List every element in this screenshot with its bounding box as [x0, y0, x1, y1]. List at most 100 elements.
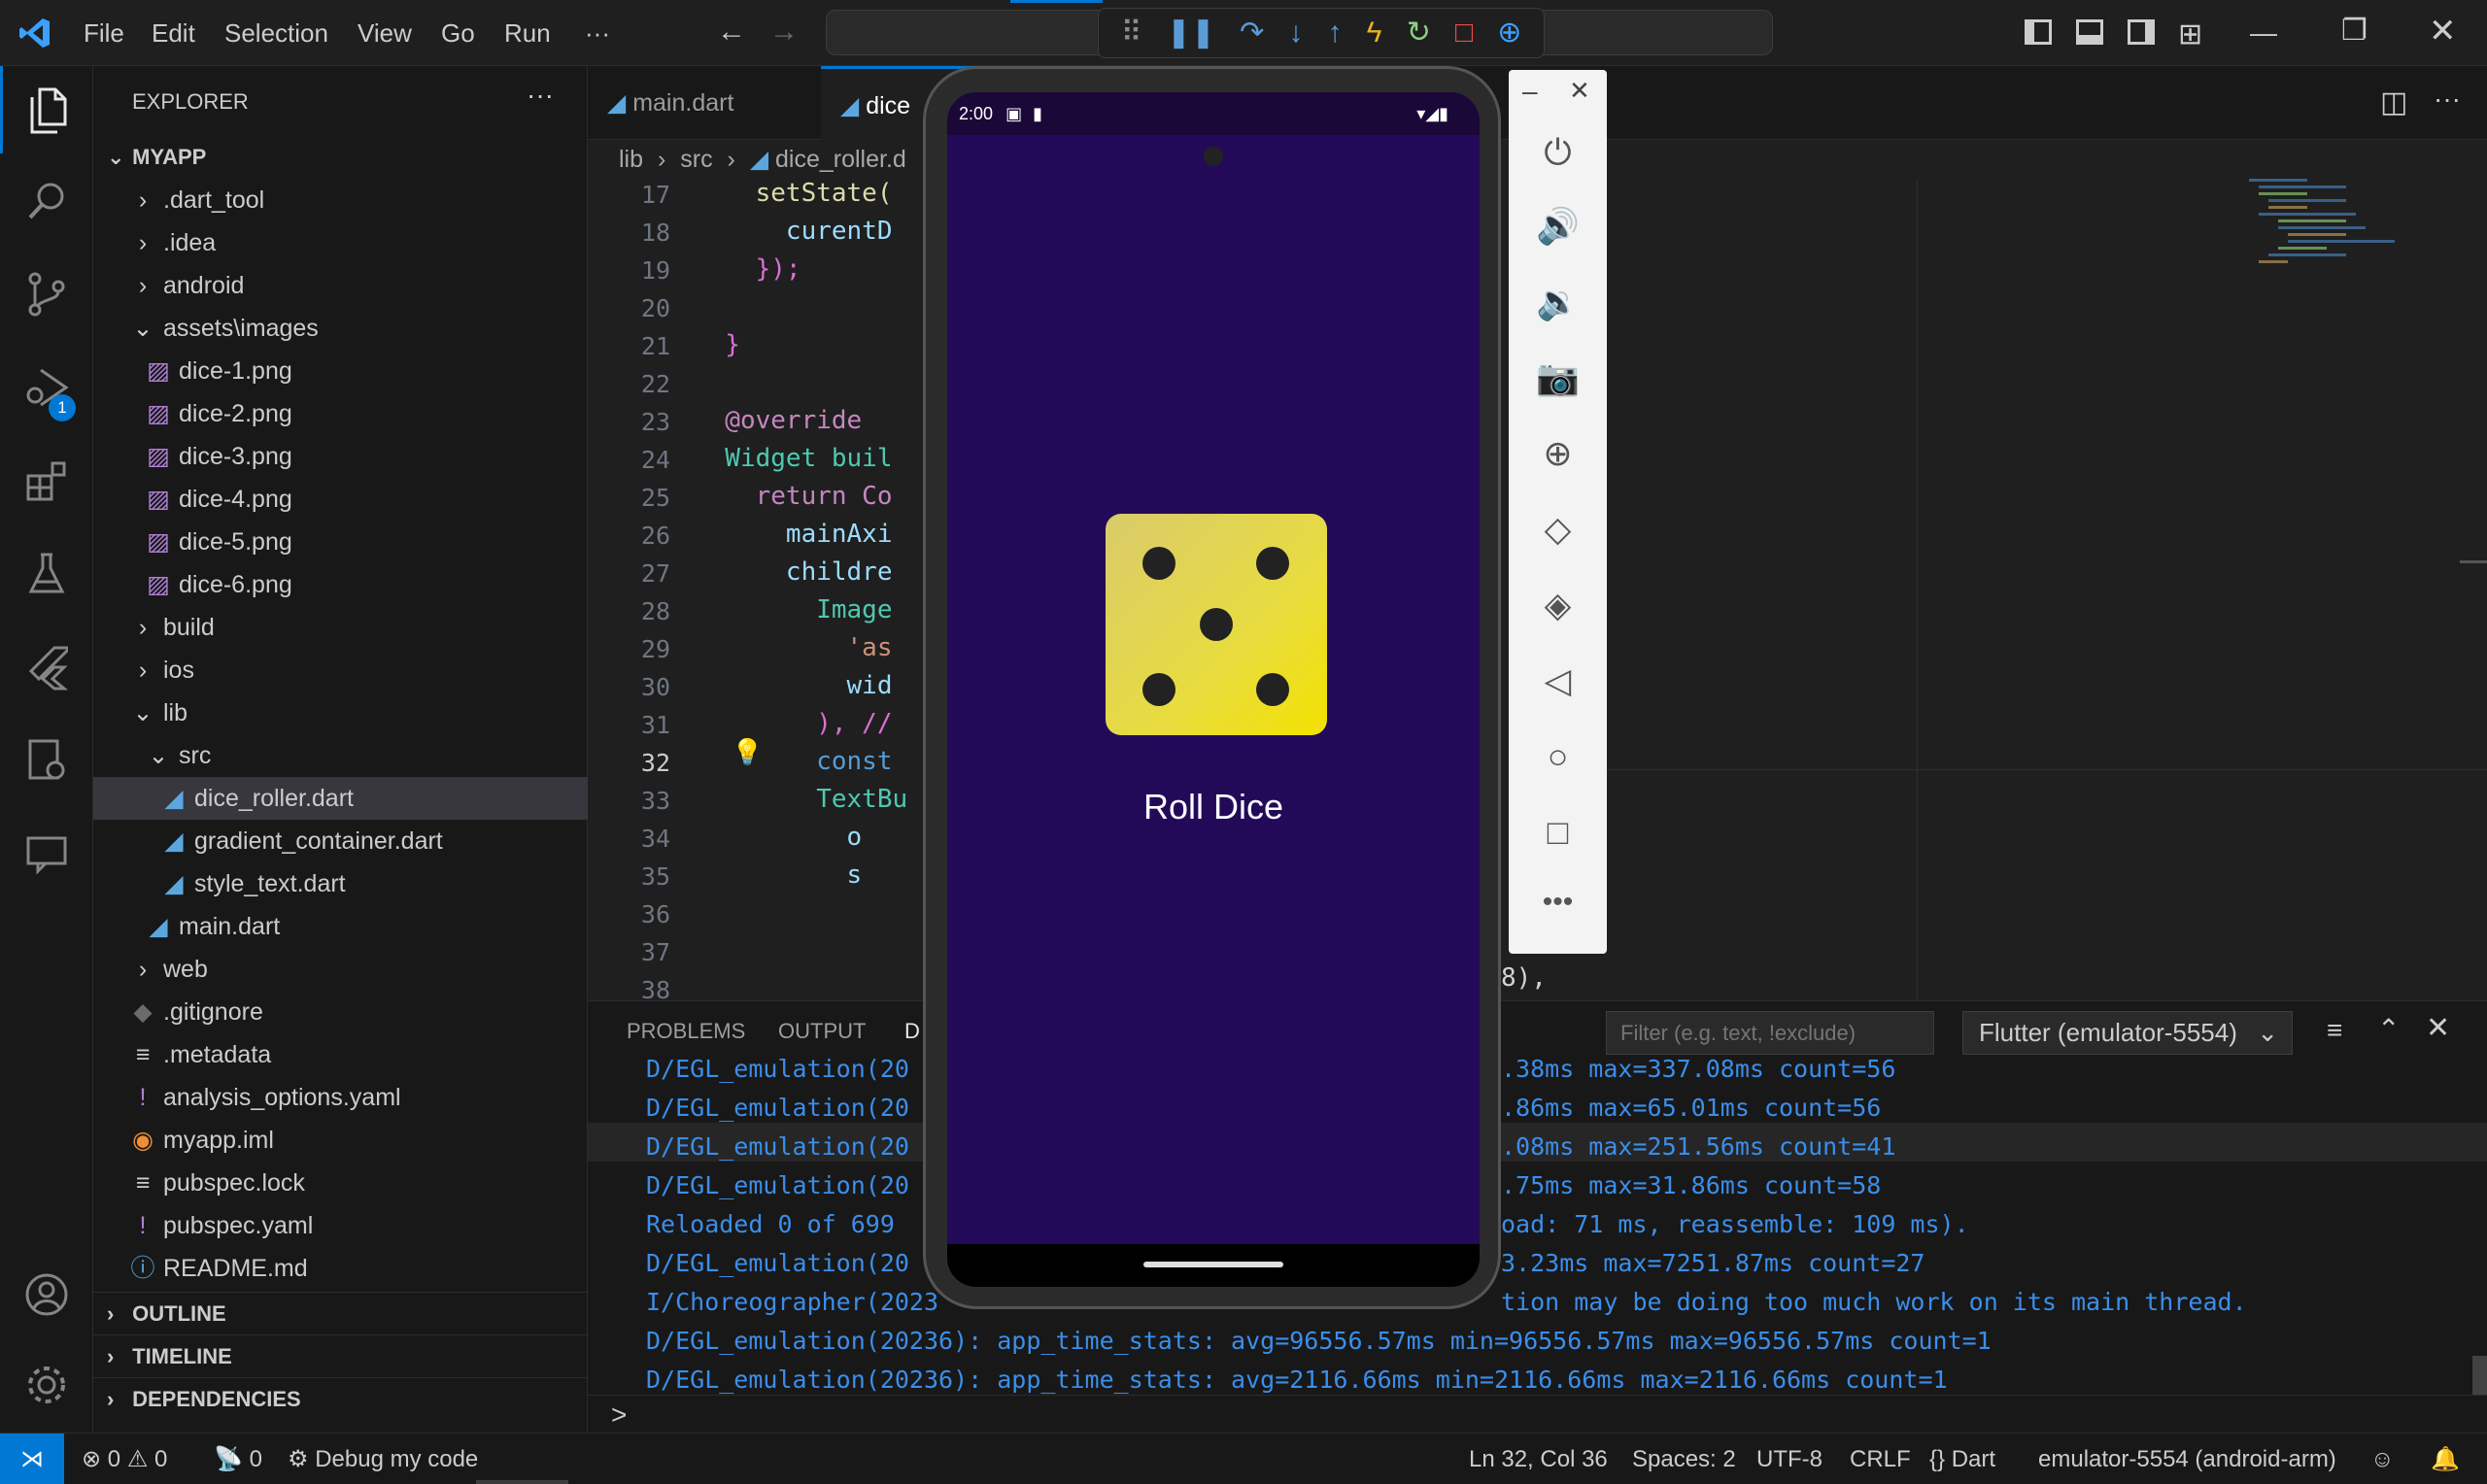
step-into-icon[interactable]: ↓ [1288, 8, 1303, 58]
timeline-section[interactable]: › TIMELINE [93, 1334, 588, 1377]
hot-reload-icon[interactable]: ϟ [1367, 8, 1382, 58]
minimap[interactable] [2249, 179, 2395, 354]
phone-screen[interactable]: 2:00 ▣ ▮ ▾◢▮ Roll Dice [947, 92, 1480, 1287]
chat-icon[interactable] [0, 810, 93, 897]
tab-problems[interactable]: PROBLEMS [627, 1019, 745, 1044]
run-debug-icon[interactable]: 1 [0, 344, 93, 431]
menu-more[interactable]: ··· [585, 0, 610, 66]
extended-controls-icon[interactable]: ••• [1509, 886, 1607, 919]
flutter-icon[interactable] [0, 624, 93, 711]
eol-status[interactable]: CRLF [1850, 1433, 1911, 1484]
menu-go[interactable]: Go [441, 0, 475, 66]
step-over-icon[interactable]: ↷ [1240, 8, 1264, 58]
rotate-left-icon[interactable]: ◇ [1509, 509, 1607, 550]
debug-status[interactable]: ⚙ Debug my code [288, 1433, 478, 1484]
output-channel-select[interactable]: Flutter (emulator-5554) ⌄ [1962, 1011, 2293, 1055]
split-editor-icon[interactable]: ◫ [2380, 85, 2407, 119]
clear-output-icon[interactable]: ≡ [2327, 1015, 2342, 1046]
remote-explorer-icon[interactable] [0, 717, 93, 804]
forward-arrow-icon[interactable]: → [769, 16, 799, 49]
console-prompt[interactable]: > [611, 1400, 627, 1431]
toggle-sidebar-icon[interactable] [2025, 19, 2052, 45]
menu-run[interactable]: Run [504, 0, 551, 66]
source-control-icon[interactable] [0, 251, 93, 338]
home-icon[interactable]: ○ [1509, 736, 1607, 777]
tab-output[interactable]: OUTPUT [778, 1019, 866, 1044]
file-tree-item[interactable]: › .idea [93, 221, 588, 264]
file-tree-item[interactable]: ▨ dice-6.png [93, 563, 588, 606]
file-tree-item[interactable]: ▨ dice-2.png [93, 392, 588, 435]
explorer-icon[interactable] [0, 66, 93, 153]
file-tree-item[interactable]: ▨ dice-5.png [93, 521, 588, 563]
file-tree-item[interactable]: ! analysis_options.yaml [93, 1076, 588, 1119]
volume-down-icon[interactable]: 🔉 [1509, 282, 1607, 322]
volume-up-icon[interactable]: 🔊 [1509, 206, 1607, 247]
overview-icon[interactable]: □ [1509, 812, 1607, 853]
encoding-status[interactable]: UTF-8 [1756, 1433, 1823, 1484]
copilot-icon[interactable]: ☺ [2370, 1433, 2395, 1484]
ports-status[interactable]: 📡 0 [214, 1433, 262, 1484]
explorer-more-icon[interactable]: ··· [527, 80, 554, 111]
customize-layout-icon[interactable]: ⊞ [2178, 17, 2202, 51]
editor-more-icon[interactable]: ··· [2434, 84, 2461, 115]
file-tree-item[interactable]: ⌄ lib [93, 691, 588, 734]
file-tree-item[interactable]: ! pubspec.yaml [93, 1204, 588, 1247]
back-arrow-icon[interactable]: ← [717, 16, 746, 49]
file-tree-item[interactable]: ▨ dice-1.png [93, 350, 588, 392]
emulator-close-icon[interactable]: ✕ [1569, 76, 1590, 106]
remote-indicator-icon[interactable]: ⋊ [0, 1433, 64, 1484]
file-tree-item[interactable]: › android [93, 264, 588, 307]
file-tree-item[interactable]: › web [93, 948, 588, 991]
notifications-bell-icon[interactable]: 🔔 [2431, 1433, 2460, 1484]
close-panel-icon[interactable]: ✕ [2426, 1011, 2450, 1045]
minimize-icon[interactable]: — [2250, 17, 2277, 49]
testing-icon[interactable] [0, 530, 93, 618]
indentation-status[interactable]: Spaces: 2 [1632, 1433, 1736, 1484]
file-tree-item[interactable]: ⓘ README.md [93, 1247, 588, 1290]
file-tree-item[interactable]: ◢ main.dart [93, 905, 588, 948]
tab-debug-console[interactable]: D [904, 1019, 920, 1044]
file-tree-item[interactable]: ◢ style_text.dart [93, 862, 588, 905]
problems-status[interactable]: ⊗ 0 ⚠ 0 [82, 1433, 167, 1484]
toggle-panel-icon[interactable] [2076, 19, 2103, 45]
maximize-panel-icon[interactable]: ⌃ [2377, 1013, 2400, 1045]
toggle-secondary-sidebar-icon[interactable] [2128, 19, 2155, 45]
file-tree-item[interactable]: › build [93, 606, 588, 649]
tab-main-dart[interactable]: ◢ main.dart [588, 66, 821, 140]
breadcrumb-src[interactable]: src [680, 146, 712, 173]
settings-gear-icon[interactable] [0, 1341, 93, 1429]
file-tree-item[interactable]: ≡ pubspec.lock [93, 1162, 588, 1204]
device-status[interactable]: emulator-5554 (android-arm) [2038, 1433, 2336, 1484]
breadcrumb-file[interactable]: dice_roller.d [775, 146, 906, 173]
file-tree-item[interactable]: › ios [93, 649, 588, 691]
menu-selection[interactable]: Selection [224, 0, 328, 66]
breadcrumb-lib[interactable]: lib [619, 146, 643, 173]
stop-icon[interactable]: □ [1455, 8, 1473, 58]
drag-handle-icon[interactable]: ⠿ [1121, 8, 1142, 58]
camera-icon[interactable]: 📷 [1509, 357, 1607, 398]
roll-dice-button[interactable]: Roll Dice [947, 787, 1480, 827]
outline-section[interactable]: › OUTLINE [93, 1292, 588, 1334]
cursor-position[interactable]: Ln 32, Col 36 [1469, 1433, 1608, 1484]
back-icon[interactable]: ◁ [1509, 660, 1607, 701]
menu-edit[interactable]: Edit [152, 0, 195, 66]
step-out-icon[interactable]: ↑ [1328, 8, 1343, 58]
restore-icon[interactable]: ❐ [2341, 14, 2368, 48]
emulator-minimize-icon[interactable]: – [1522, 76, 1538, 107]
close-icon[interactable]: ✕ [2429, 12, 2457, 51]
file-tree-item[interactable]: ⌄ assets\images [93, 307, 588, 350]
file-tree-item[interactable]: ⌄ src [93, 734, 588, 777]
scrollbar[interactable] [2472, 1356, 2487, 1395]
file-tree-item[interactable]: ▨ dice-3.png [93, 435, 588, 478]
extensions-icon[interactable] [0, 437, 93, 524]
home-gesture-bar[interactable] [1143, 1262, 1283, 1267]
menu-file[interactable]: File [84, 0, 124, 66]
zoom-icon[interactable]: ⊕ [1509, 433, 1607, 474]
file-tree-item[interactable]: ◉ myapp.iml [93, 1119, 588, 1162]
search-icon[interactable] [0, 157, 93, 245]
lightbulb-icon[interactable]: 💡 [732, 737, 763, 767]
file-tree-item[interactable]: ▨ dice-4.png [93, 478, 588, 521]
filter-input[interactable] [1606, 1011, 1934, 1055]
file-tree-item[interactable]: ◢ gradient_container.dart [93, 820, 588, 862]
dependencies-section[interactable]: › DEPENDENCIES [93, 1377, 588, 1420]
